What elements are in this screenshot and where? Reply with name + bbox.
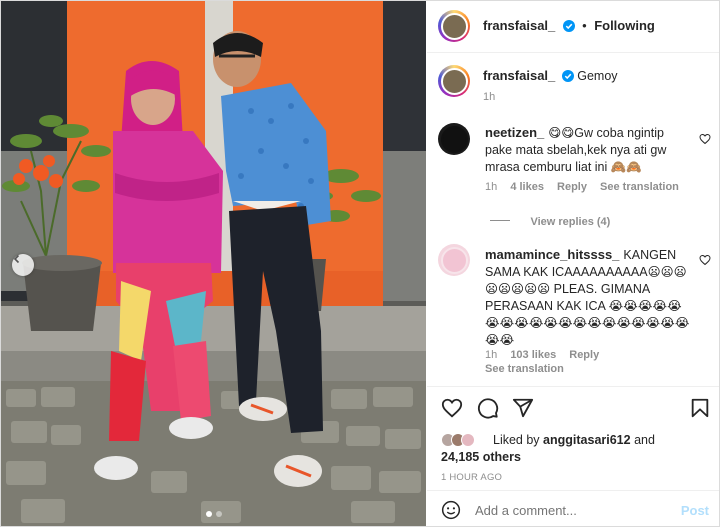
share-icon[interactable] — [512, 397, 534, 419]
author-username[interactable]: fransfaisal_ — [483, 18, 555, 33]
verified-badge-icon — [562, 20, 575, 32]
caption-avatar[interactable] — [438, 65, 470, 97]
comment-text: KANGEN SAMA KAK ICAAAAAAAAAA😦😦😦😦😦😦😦😦 PLE… — [485, 248, 690, 347]
carousel-prev-button[interactable] — [12, 254, 34, 276]
bookmark-icon[interactable] — [689, 397, 711, 419]
separator-dot: • — [582, 18, 587, 33]
comment-1-meta: 1h 4 likes Reply See translation — [485, 181, 679, 193]
post-header: fransfaisal_ • Following — [427, 1, 719, 53]
comment-username[interactable]: neetizen_ — [485, 125, 544, 140]
comment-1: neetizen_ 😋😋Gw coba ngintip pake mata sbe… — [485, 124, 690, 176]
see-translation-button[interactable]: See translation — [485, 363, 564, 375]
liked-by-user[interactable]: anggitasari612 — [543, 433, 631, 447]
liked-by-avatars — [441, 433, 491, 449]
caption-age: 1h — [483, 91, 496, 103]
chevron-left-icon — [13, 254, 20, 264]
comment-2: mamamince_hitssss_ KANGEN SAMA KAK ICAAAA… — [485, 246, 690, 349]
reply-button[interactable]: Reply — [557, 181, 587, 193]
add-comment-bar: Post — [427, 490, 719, 527]
comment-age: 1h — [485, 181, 498, 193]
post-photo[interactable] — [1, 1, 426, 526]
replies-line — [490, 220, 510, 222]
action-section: Liked by anggitasari612 and 24,185 other… — [427, 386, 719, 526]
carousel-dot — [215, 511, 222, 517]
carousel-indicator — [1, 511, 426, 517]
comment-avatar[interactable] — [438, 244, 470, 276]
view-replies-label: View replies (4) — [530, 216, 611, 228]
comment-input[interactable] — [475, 501, 655, 519]
likes-summary: Liked by anggitasari612 and — [493, 432, 713, 449]
verified-badge-icon — [561, 70, 574, 82]
carousel-dot — [205, 511, 212, 517]
comment-age: 1h — [485, 349, 498, 361]
liked-by-label: Liked by — [493, 433, 540, 447]
post-panel: fransfaisal_ • Following fransfaisal_ Ge… — [427, 1, 719, 526]
heart-icon[interactable] — [441, 397, 463, 419]
author-avatar[interactable] — [438, 10, 470, 42]
liked-by-and: and — [634, 433, 655, 447]
caption: fransfaisal_ Gemoy — [483, 67, 708, 85]
caption-text: Gemoy — [577, 69, 618, 83]
see-translation-button[interactable]: See translation — [600, 181, 679, 193]
caption-username[interactable]: fransfaisal_ — [483, 68, 555, 83]
view-replies-button[interactable]: View replies (4) — [490, 212, 610, 230]
comment-username[interactable]: mamamince_hitssss_ — [485, 247, 619, 262]
emoji-icon[interactable] — [441, 500, 461, 520]
likes-others[interactable]: 24,185 others — [441, 450, 521, 464]
heart-icon[interactable] — [699, 254, 711, 266]
comment-2-meta: 1h 103 likes Reply — [485, 349, 599, 361]
comment-icon[interactable] — [477, 397, 499, 419]
post-comment-button[interactable]: Post — [681, 503, 709, 518]
comment-likes[interactable]: 4 likes — [510, 181, 544, 193]
comment-avatar[interactable] — [438, 123, 470, 155]
photo-scene — [1, 1, 426, 526]
following-button[interactable]: Following — [594, 18, 655, 33]
heart-icon[interactable] — [699, 133, 711, 145]
reply-button[interactable]: Reply — [569, 349, 599, 361]
likes-count[interactable]: 24,185 others — [441, 449, 521, 466]
post-timestamp: 1 HOUR AGO — [441, 472, 503, 483]
comment-likes[interactable]: 103 likes — [510, 349, 556, 361]
